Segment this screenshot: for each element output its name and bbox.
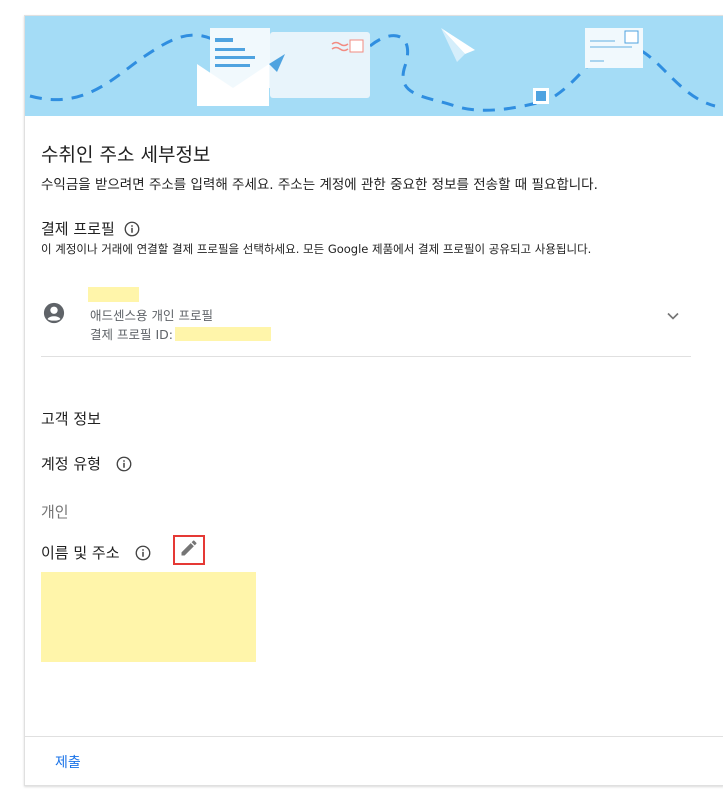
info-icon[interactable] (123, 220, 141, 238)
account-type-header: 계정 유형 (41, 453, 133, 474)
profile-id-label: 결제 프로필 ID: (90, 327, 173, 342)
name-address-redacted (41, 572, 256, 662)
payments-profile-header: 결제 프로필 (41, 218, 141, 239)
page-title: 수취인 주소 세부정보 (41, 144, 211, 166)
address-details-card: 수취인 주소 세부정보 수익금을 받으려면 주소를 입력해 주세요. 주소는 계… (24, 15, 723, 786)
pencil-icon (179, 538, 199, 562)
header-banner (25, 16, 723, 116)
submit-button[interactable]: 제출 (55, 752, 81, 772)
page-subtitle: 수익금을 받으려면 주소를 입력해 주세요. 주소는 계정에 관한 중요한 정보… (41, 177, 598, 193)
account-type-value: 개인 (41, 503, 69, 521)
payments-profile-label: 결제 프로필 (41, 220, 115, 238)
customer-info-heading: 고객 정보 (41, 410, 101, 428)
profile-id-redacted (174, 326, 271, 341)
card-footer: 제출 (25, 736, 723, 786)
profile-type: 애드센스용 개인 프로필 (90, 308, 213, 323)
payments-profile-selector[interactable]: 애드센스용 개인 프로필 결제 프로필 ID: (41, 284, 691, 357)
name-address-header: 이름 및 주소 (41, 542, 152, 563)
account-type-label: 계정 유형 (41, 455, 101, 473)
profile-name-redacted (88, 287, 139, 302)
edit-address-button[interactable] (173, 535, 205, 565)
name-address-label: 이름 및 주소 (41, 544, 120, 562)
info-icon[interactable] (115, 455, 133, 473)
mail-illustration (29, 28, 716, 112)
info-icon[interactable] (134, 544, 152, 562)
chevron-down-icon[interactable] (663, 306, 683, 326)
account-circle-icon (43, 302, 65, 324)
profile-id: 결제 프로필 ID: (90, 324, 271, 343)
payments-profile-description: 이 계정이나 거래에 연결할 결제 프로필을 선택하세요. 모든 Google … (41, 242, 592, 256)
